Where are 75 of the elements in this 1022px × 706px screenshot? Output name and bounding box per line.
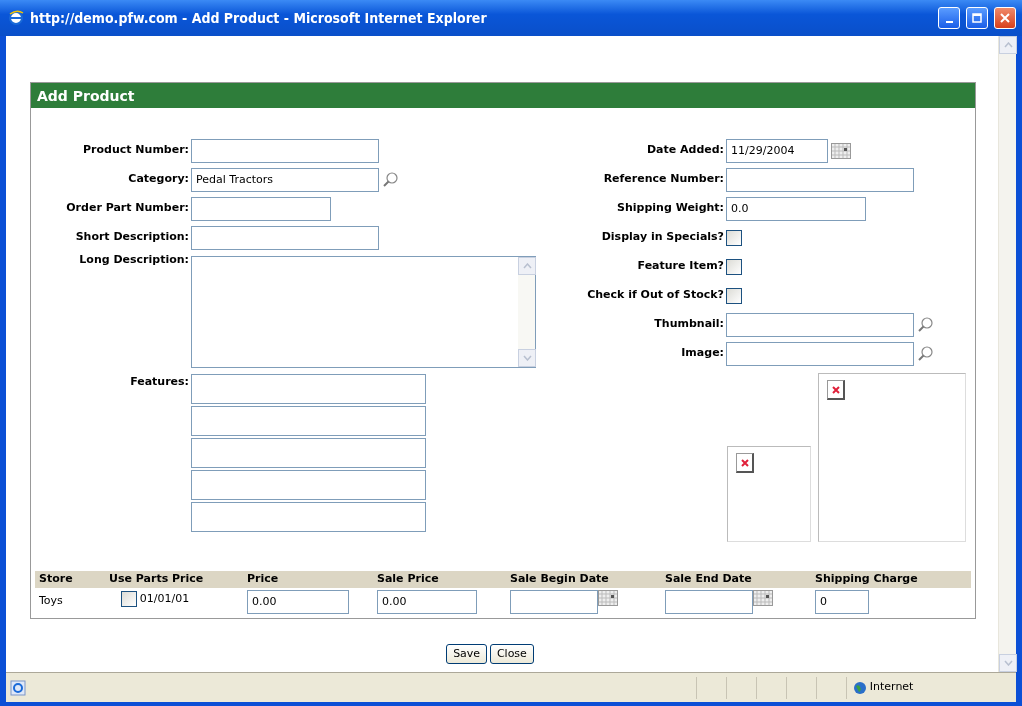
search-icon[interactable]: [916, 316, 933, 333]
close-button[interactable]: [994, 7, 1016, 29]
field-label: Date Added:: [645, 142, 725, 159]
text-field[interactable]: 0: [815, 589, 869, 614]
globe-icon: [853, 680, 867, 695]
field-label: Features:: [129, 374, 190, 390]
table-cell: Toys: [39, 594, 63, 608]
scrollbar[interactable]: [998, 36, 1016, 672]
page-icon: [10, 679, 26, 696]
field-label: Category:: [127, 171, 190, 188]
date-field[interactable]: 11/29/2004: [726, 138, 828, 163]
text-area[interactable]: [191, 256, 536, 368]
scroll-up-icon[interactable]: [522, 263, 532, 269]
checkbox[interactable]: [726, 229, 742, 246]
field-label: Order Part Number:: [65, 200, 190, 217]
field-label: Thumbnail:: [653, 316, 725, 333]
field-label: Display in Specials?: [600, 229, 725, 246]
column-header: Shipping Charge: [811, 571, 971, 588]
table-cell-text: 01/01/01: [139, 590, 190, 607]
field-label: Shipping Weight:: [616, 200, 725, 217]
feature-field[interactable]: [191, 406, 426, 436]
search-icon[interactable]: [381, 171, 398, 188]
feature-field[interactable]: [191, 470, 426, 500]
price-field[interactable]: 0.00: [377, 589, 477, 614]
search-icon[interactable]: [916, 345, 933, 362]
panel-header: Add Product: [31, 83, 975, 108]
field-label: Check if Out of Stock?: [586, 287, 725, 304]
minimize-button[interactable]: [938, 7, 960, 29]
text-field[interactable]: [726, 167, 914, 192]
calendar-icon[interactable]: [753, 589, 773, 606]
feature-field[interactable]: [191, 374, 426, 404]
checkbox[interactable]: [726, 258, 742, 275]
maximize-icon: [972, 13, 982, 23]
column-header: Store: [35, 571, 105, 588]
field-label: Image:: [680, 345, 725, 362]
field-label: Long Description:: [78, 252, 190, 268]
browser-icon: [8, 10, 24, 26]
checkbox[interactable]: [121, 590, 137, 607]
x-mark-icon: [831, 385, 840, 394]
date-field[interactable]: [665, 589, 753, 614]
scroll-down-icon[interactable]: [1003, 660, 1013, 666]
scroll-down-icon[interactable]: [522, 355, 532, 361]
column-header: Price: [243, 571, 373, 588]
field-label: Product Number:: [82, 142, 190, 159]
x-mark-icon: [740, 458, 749, 467]
text-field[interactable]: Pedal Tractors: [191, 167, 379, 192]
text-field[interactable]: [191, 196, 331, 221]
form-button[interactable]: Close: [489, 643, 534, 664]
text-field[interactable]: 0.0: [726, 196, 866, 221]
text-field[interactable]: [726, 312, 914, 337]
text-field[interactable]: [726, 341, 914, 366]
field-label: Short Description:: [74, 229, 190, 246]
calendar-icon[interactable]: [830, 142, 851, 159]
window-title: http://demo.pfw.com - Add Product - Microsoft Internet Explorer: [30, 8, 488, 28]
feature-field[interactable]: [191, 438, 426, 468]
security-zone: Internet: [869, 679, 914, 696]
feature-field[interactable]: [191, 502, 426, 532]
date-field[interactable]: [510, 589, 598, 614]
field-label: Reference Number:: [602, 171, 725, 188]
text-field[interactable]: [191, 225, 379, 250]
calendar-icon[interactable]: [598, 589, 618, 606]
minimize-icon: [945, 21, 953, 23]
checkbox[interactable]: [726, 287, 742, 304]
column-header: Use Parts Price: [105, 571, 243, 588]
text-field[interactable]: [191, 138, 379, 163]
field-label: Feature Item?: [636, 258, 725, 275]
scrollbar[interactable]: [518, 257, 535, 367]
close-icon: [1000, 13, 1010, 23]
scroll-up-icon[interactable]: [1003, 42, 1013, 48]
column-header: Sale Price: [373, 571, 506, 588]
price-field[interactable]: 0.00: [247, 589, 349, 614]
column-header: Sale Begin Date: [506, 571, 661, 588]
column-header: Sale End Date: [661, 571, 811, 588]
maximize-button[interactable]: [966, 7, 988, 29]
form-button[interactable]: Save: [446, 643, 488, 664]
